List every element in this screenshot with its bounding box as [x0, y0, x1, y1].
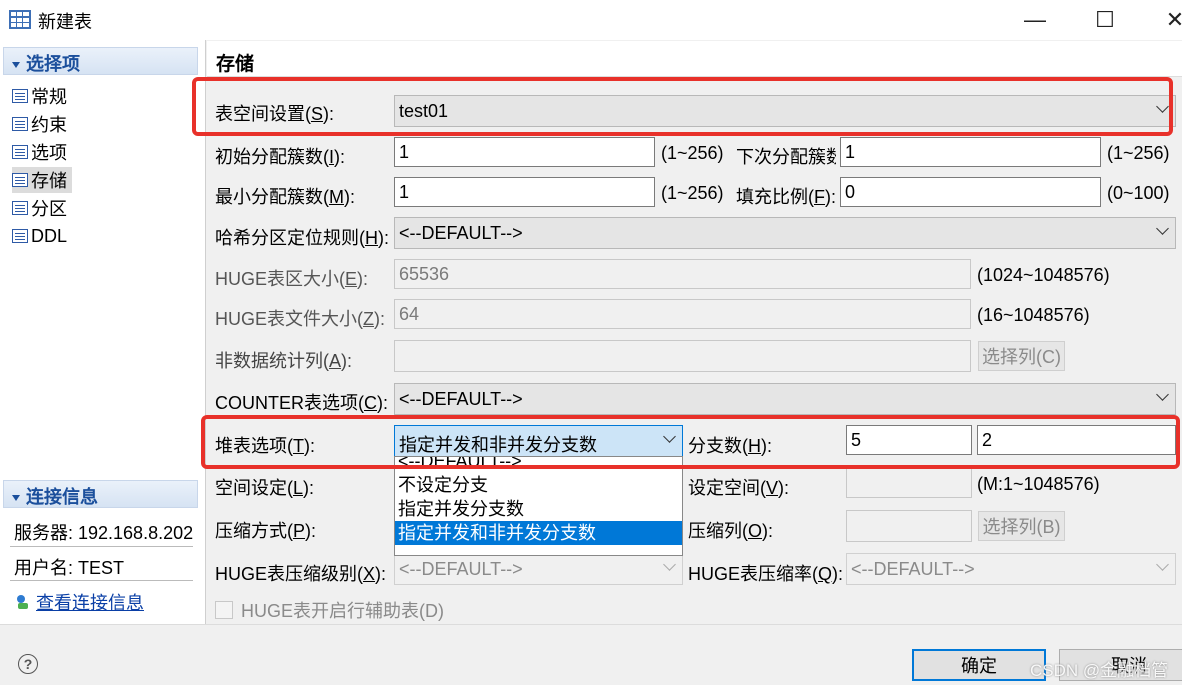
nonstat-cols-input[interactable] [394, 340, 971, 372]
sidebar-item-label: 存储 [31, 171, 67, 191]
section-title: 连接信息 [26, 487, 98, 507]
fill-factor-input[interactable]: 0 [840, 177, 1101, 207]
counter-label: COUNTER表选项(C): [215, 393, 388, 413]
page-icon [12, 145, 28, 159]
divider [10, 580, 193, 581]
sidebar-item-general[interactable]: 常规 [12, 83, 67, 109]
huge-compress-level-select[interactable]: <--DEFAULT--> [394, 553, 683, 585]
divider [10, 546, 193, 547]
counter-select[interactable]: <--DEFAULT--> [394, 383, 1176, 415]
chevron-down-icon [1156, 388, 1169, 401]
chevron-down-icon [663, 558, 676, 571]
checkbox-box [215, 601, 233, 619]
page-title: 存储 [216, 54, 255, 75]
space-setting-label: 空间设定(L): [215, 478, 315, 498]
select-columns-c-button[interactable]: 选择列(C) [978, 341, 1065, 371]
minimize-button[interactable]: — [1012, 0, 1058, 40]
compress-cols-label: 压缩列(O): [688, 521, 774, 541]
hash-rule-value: <--DEFAULT--> [399, 223, 523, 243]
highlight-box-tablespace [192, 77, 1173, 136]
dropdown-option[interactable]: 指定并发分支数 [395, 497, 682, 521]
fill-factor-range: (0~100) [1107, 183, 1170, 203]
huge-compress-rate-label: HUGE表压缩率(Q): [688, 564, 844, 584]
ok-button[interactable]: 确定 [912, 649, 1046, 681]
huge-compress-level-label: HUGE表压缩级别(X): [215, 564, 387, 584]
next-extents-input[interactable]: 1 [840, 137, 1101, 167]
sidebar-item-options[interactable]: 选项 [12, 139, 67, 165]
huge-region-label: HUGE表区大小(E): [215, 269, 369, 289]
huge-region-input[interactable]: 65536 [394, 259, 971, 289]
sidebar-item-label: 约束 [31, 115, 67, 135]
sidebar-item-storage[interactable]: 存储 [12, 167, 72, 193]
user-info: 用户名: TEST [14, 558, 125, 578]
init-extents-input[interactable]: 1 [394, 137, 655, 167]
hash-rule-label: 哈希分区定位规则(H): [215, 228, 389, 248]
sidebar-item-label: 分区 [31, 199, 67, 219]
watermark: CSDN @金融档管 [1030, 661, 1169, 680]
min-extents-label: 最小分配簇数(M): [215, 187, 355, 207]
highlight-box-heap [201, 415, 1180, 469]
collapse-icon [12, 495, 20, 502]
select-columns-b-button[interactable]: 选择列(B) [978, 511, 1065, 541]
sidebar-item-label: DDL [31, 225, 68, 246]
dropdown-option-selected[interactable]: 指定并发和非并发分支数 [395, 521, 682, 545]
page-icon [12, 229, 28, 243]
sidebar-item-partition[interactable]: 分区 [12, 195, 67, 221]
sidebar-item-ddl[interactable]: DDL [12, 223, 67, 249]
fill-factor-label: 填充比例(F): [736, 187, 836, 207]
set-space-input[interactable] [846, 468, 972, 498]
sidebar-item-label: 选项 [31, 143, 67, 163]
min-extents-range: (1~256) [661, 183, 724, 203]
dropdown-option[interactable]: 不设定分支 [395, 473, 682, 497]
connection-icon [17, 595, 28, 609]
section-title: 选择项 [26, 54, 80, 74]
init-extents-label: 初始分配簇数(I): [215, 147, 346, 167]
view-connection-link[interactable]: 查看连接信息 [14, 589, 144, 615]
min-extents-input[interactable]: 1 [394, 177, 655, 207]
huge-aux-checkbox[interactable]: HUGE表开启行辅助表(D) [215, 597, 444, 623]
view-connection-label: 查看连接信息 [36, 593, 144, 613]
title-bar [0, 0, 1182, 40]
huge-aux-label: HUGE表开启行辅助表(D) [241, 601, 444, 621]
help-icon[interactable]: ? [18, 654, 38, 674]
close-button[interactable]: ✕ [1152, 0, 1182, 40]
set-space-range: (M:1~1048576) [977, 474, 1100, 494]
init-extents-range: (1~256) [661, 143, 724, 163]
huge-region-range: (1024~1048576) [977, 265, 1110, 285]
table-icon [9, 10, 31, 29]
nonstat-cols-label: 非数据统计列(A): [215, 351, 353, 371]
counter-value: <--DEFAULT--> [399, 389, 523, 409]
maximize-button[interactable]: ☐ [1082, 0, 1128, 40]
compress-mode-label: 压缩方式(P): [215, 521, 317, 541]
page-icon [12, 117, 28, 131]
page-header: 存储 [207, 41, 1182, 77]
compress-cols-input[interactable] [846, 510, 972, 542]
huge-compress-level-value: <--DEFAULT--> [399, 559, 523, 579]
huge-file-label: HUGE表文件大小(Z): [215, 309, 385, 329]
sidebar-item-constraints[interactable]: 约束 [12, 111, 67, 137]
connection-section-header[interactable]: 连接信息 [3, 480, 198, 508]
huge-file-range: (16~1048576) [977, 305, 1090, 325]
collapse-icon [12, 62, 20, 69]
next-extents-label: 下次分配簇数(N): [736, 147, 836, 167]
huge-file-input[interactable]: 64 [394, 299, 971, 329]
chevron-down-icon [1156, 222, 1169, 235]
page-icon [12, 89, 28, 103]
next-extents-range: (1~256) [1107, 143, 1170, 163]
hash-rule-select[interactable]: <--DEFAULT--> [394, 217, 1176, 249]
server-info: 服务器: 192.168.8.202 [14, 523, 194, 543]
huge-compress-rate-select[interactable]: <--DEFAULT--> [846, 553, 1176, 585]
sidebar-item-label: 常规 [31, 87, 67, 107]
page-icon [12, 173, 28, 187]
set-space-label: 设定空间(V): [688, 478, 790, 498]
sidebar-section-header[interactable]: 选择项 [3, 47, 198, 75]
window-title: 新建表 [38, 12, 92, 32]
huge-compress-rate-value: <--DEFAULT--> [851, 559, 975, 579]
chevron-down-icon [1156, 558, 1169, 571]
page-icon [12, 201, 28, 215]
heap-dropdown-list: <--DEFAULT--> 不设定分支 指定并发分支数 指定并发和非并发分支数 [394, 456, 683, 556]
